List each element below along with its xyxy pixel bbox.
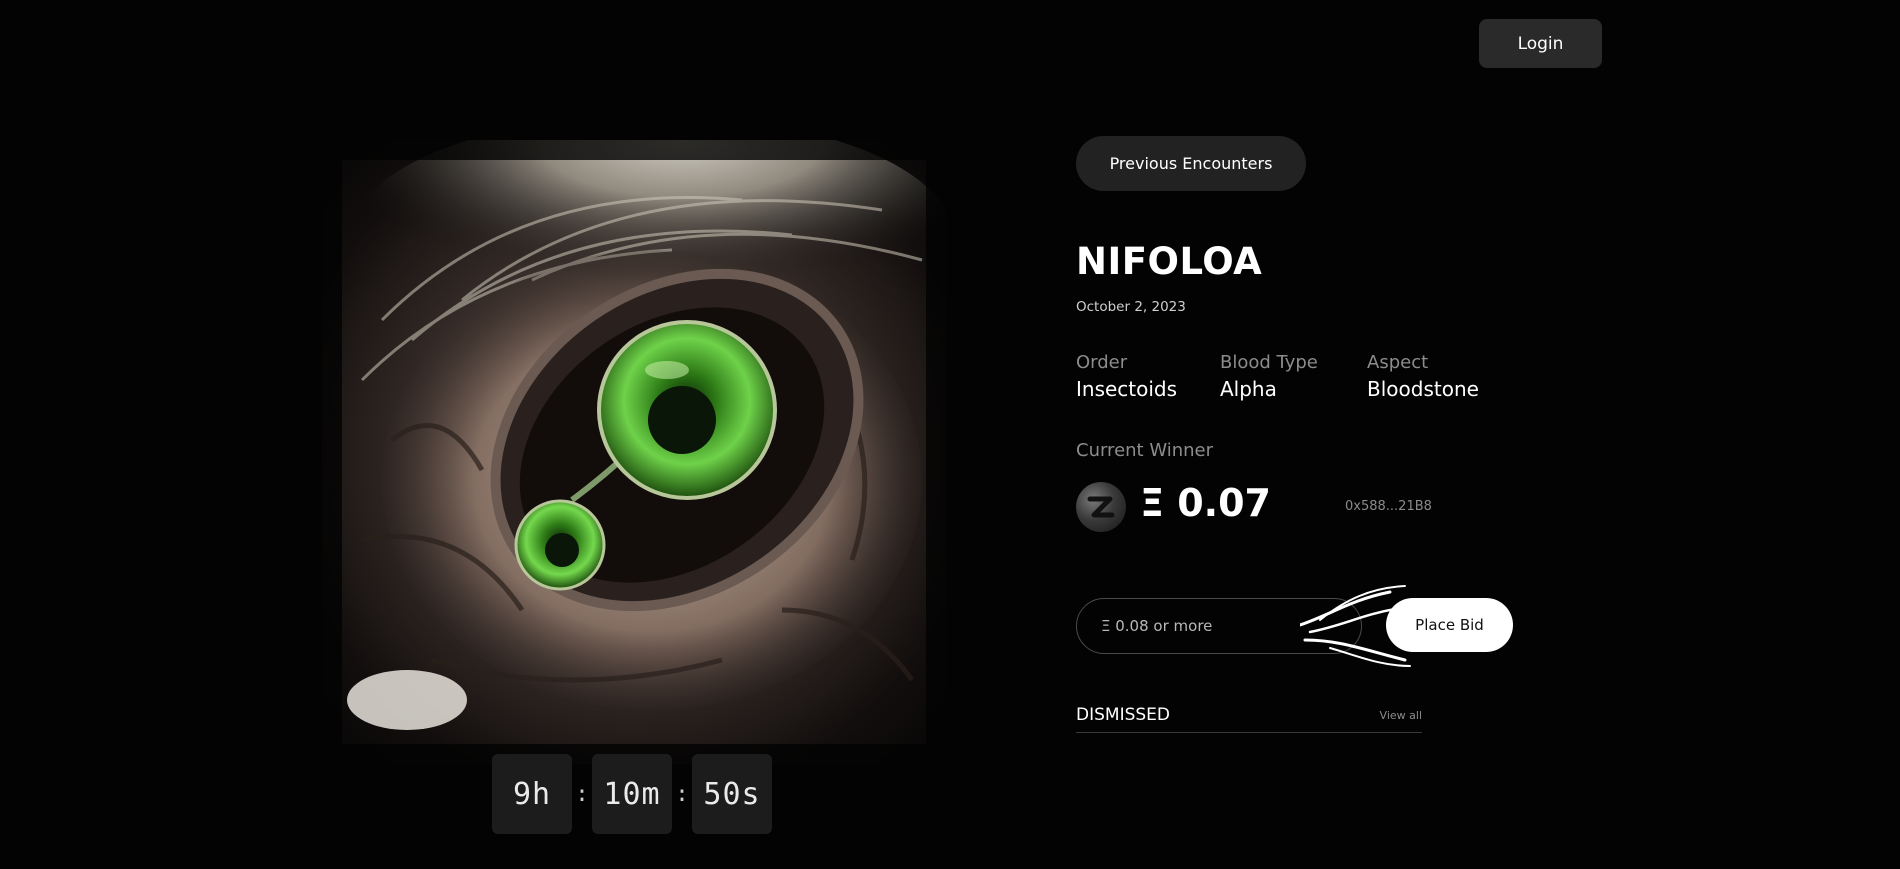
attribute-value: Alpha: [1220, 377, 1277, 401]
login-button[interactable]: Login: [1479, 19, 1602, 68]
current-bid-amount: Ξ 0.07: [1140, 481, 1271, 525]
creature-date: October 2, 2023: [1076, 299, 1186, 315]
winner-avatar-icon: [1076, 482, 1126, 532]
previous-encounters-button[interactable]: Previous Encounters: [1076, 136, 1306, 191]
attribute-blood-type: Blood Type Alpha: [1220, 352, 1318, 401]
countdown-hours: 9h: [492, 754, 572, 834]
countdown-separator: :: [575, 781, 589, 807]
countdown-minutes: 10m: [592, 754, 672, 834]
bid-amount-input[interactable]: [1076, 598, 1362, 654]
attribute-aspect: Aspect Bloodstone: [1367, 352, 1479, 401]
attribute-order: Order Insectoids: [1076, 352, 1177, 401]
countdown-seconds: 50s: [692, 754, 772, 834]
view-all-link[interactable]: View all: [1380, 709, 1422, 722]
creature-name: NIFOLOA: [1076, 240, 1263, 283]
attribute-value: Bloodstone: [1367, 377, 1479, 401]
auction-countdown: 9h : 10m : 50s: [492, 754, 772, 834]
dismissed-title: DISMISSED: [1076, 705, 1170, 725]
winner-address[interactable]: 0x588...21B8: [1345, 499, 1432, 514]
creature-artwork: [322, 140, 946, 764]
place-bid-button[interactable]: Place Bid: [1386, 598, 1513, 652]
attribute-label: Blood Type: [1220, 352, 1318, 373]
countdown-separator: :: [675, 781, 689, 807]
creature-eye-image: [322, 140, 946, 764]
attribute-label: Order: [1076, 352, 1128, 373]
attribute-label: Aspect: [1367, 352, 1429, 373]
dismissed-section-header: DISMISSED View all: [1076, 698, 1422, 733]
current-winner-label: Current Winner: [1076, 440, 1214, 461]
attribute-value: Insectoids: [1076, 377, 1178, 401]
